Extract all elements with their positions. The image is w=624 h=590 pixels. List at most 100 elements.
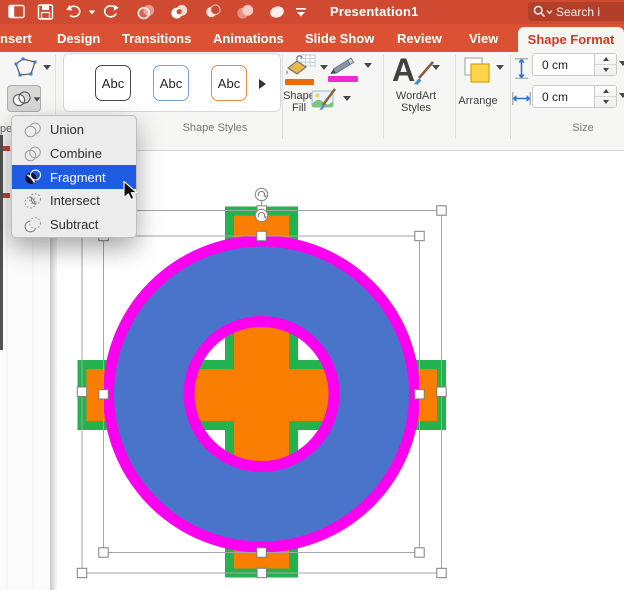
redo-icon[interactable] <box>102 4 120 20</box>
undo-dropdown-caret[interactable] <box>89 11 95 15</box>
rotate-handle-cross[interactable] <box>255 188 267 200</box>
tab-insert-partial[interactable]: nsert <box>0 31 32 46</box>
tab-design[interactable]: Design <box>57 31 100 46</box>
size-group-label: Size <box>558 122 608 134</box>
style-sample-2[interactable]: Abc <box>153 65 189 101</box>
edit-points-caret[interactable] <box>43 65 51 70</box>
tab-shape-format[interactable]: Shape Format <box>518 27 624 52</box>
style-sample-3-label: Abc <box>218 76 240 91</box>
shape-width-field <box>532 85 617 108</box>
shape-effects-caret[interactable] <box>343 96 351 101</box>
height-step-down[interactable] <box>595 65 617 76</box>
mouse-cursor <box>123 181 139 201</box>
shape-width-stepper[interactable] <box>594 86 616 107</box>
tab-review[interactable]: Review <box>397 31 442 46</box>
shape-fill-icon[interactable] <box>284 54 317 79</box>
height-extra-caret[interactable] <box>619 61 624 66</box>
resize-handle[interactable] <box>257 231 266 240</box>
arrange-label: Arrange <box>454 96 502 108</box>
resize-handle[interactable] <box>415 548 424 557</box>
step-up-icon <box>603 57 609 61</box>
shape-height-field <box>532 53 617 76</box>
undo-icon[interactable] <box>64 4 88 20</box>
toolbar-overflow-icon[interactable] <box>294 4 308 20</box>
title-bar: Presentation1 Search i <box>0 0 624 24</box>
combine-icon <box>24 146 42 162</box>
menu-item-label: Combine <box>50 146 102 161</box>
resize-handle[interactable] <box>99 390 108 399</box>
menu-item-label: Union <box>50 122 84 137</box>
qat-subtract-icon[interactable] <box>268 4 286 20</box>
tab-animations[interactable]: Animations <box>213 31 284 46</box>
intersect-icon <box>24 193 42 209</box>
search-icon <box>533 5 546 18</box>
menu-item-combine[interactable]: Combine <box>12 142 136 166</box>
rotate-handle-donut[interactable] <box>255 209 267 221</box>
group-divider <box>383 55 384 139</box>
tab-slide-show[interactable]: Slide Show <box>305 31 374 46</box>
width-extra-caret[interactable] <box>619 93 624 98</box>
shape-styles-gallery: Abc Abc Abc <box>63 53 281 112</box>
qat-combine-icon[interactable] <box>170 4 188 20</box>
search-scope-caret <box>546 9 553 15</box>
qat-fragment-icon[interactable] <box>203 4 221 20</box>
resize-handle[interactable] <box>437 387 446 396</box>
line-color-swatch <box>328 76 358 82</box>
resize-handle[interactable] <box>257 568 266 577</box>
menu-item-label: Fragment <box>50 170 106 185</box>
tab-view[interactable]: View <box>469 31 498 46</box>
shape-height-icon <box>514 58 529 79</box>
style-sample-2-label: Abc <box>160 76 182 91</box>
shape-height-stepper[interactable] <box>594 54 616 75</box>
style-sample-3[interactable]: Abc <box>211 65 247 101</box>
wordart-label: WordArt Styles <box>390 91 442 114</box>
union-icon <box>24 122 42 138</box>
height-step-up[interactable] <box>595 54 617 65</box>
step-down-icon <box>603 100 609 104</box>
resize-handle[interactable] <box>437 206 446 215</box>
wordart-label-line2: Styles <box>390 103 442 115</box>
edit-points-icon[interactable] <box>13 57 39 79</box>
normal-view-icon[interactable] <box>8 4 26 20</box>
wordart-label-line1: WordArt <box>390 91 442 103</box>
menu-item-subtract[interactable]: Subtract <box>12 213 136 237</box>
resize-handle[interactable] <box>77 387 86 396</box>
search-input[interactable]: Search i <box>528 2 624 21</box>
more-styles-arrow[interactable] <box>257 78 267 90</box>
arrange-icon[interactable] <box>462 56 493 84</box>
qat-union-icon[interactable] <box>137 4 155 20</box>
wordart-caret[interactable] <box>432 65 440 70</box>
tab-transitions[interactable]: Transitions <box>122 31 191 46</box>
pane-inner-line <box>33 240 34 590</box>
width-step-up[interactable] <box>595 86 617 97</box>
resize-handle[interactable] <box>437 568 446 577</box>
resize-handle[interactable] <box>99 548 108 557</box>
style-sample-1-label: Abc <box>102 76 124 91</box>
menu-item-union[interactable]: Union <box>12 118 136 142</box>
resize-handle[interactable] <box>415 231 424 240</box>
menu-item-intersect[interactable]: Intersect <box>12 189 136 213</box>
shape-outline-icon[interactable] <box>327 56 359 76</box>
merge-shapes-menu: Union Combine Fragment Intersect <box>11 115 137 238</box>
merge-shapes-caret <box>34 97 41 101</box>
window-title: Presentation1 <box>330 4 419 19</box>
resize-handle[interactable] <box>257 548 266 557</box>
merge-shapes-icon <box>11 91 32 107</box>
width-step-down[interactable] <box>595 97 617 108</box>
shape-width-icon <box>512 91 531 106</box>
save-icon[interactable] <box>37 4 55 20</box>
window-left-edge <box>0 135 3 350</box>
arrange-caret[interactable] <box>496 65 504 70</box>
wordart-brush-icon <box>408 60 436 86</box>
style-sample-1[interactable]: Abc <box>95 65 131 101</box>
merge-shapes-button[interactable] <box>7 85 41 112</box>
shape-effects-icon[interactable] <box>311 88 339 111</box>
resize-handle[interactable] <box>415 390 424 399</box>
resize-handle[interactable] <box>77 568 86 577</box>
qat-intersect-icon[interactable] <box>236 4 254 20</box>
menu-item-fragment[interactable]: Fragment <box>12 165 136 189</box>
shape-outline-caret[interactable] <box>364 63 372 68</box>
shape-height-input[interactable] <box>533 54 593 75</box>
pane-divider-line <box>7 151 8 590</box>
shape-width-input[interactable] <box>533 86 593 107</box>
